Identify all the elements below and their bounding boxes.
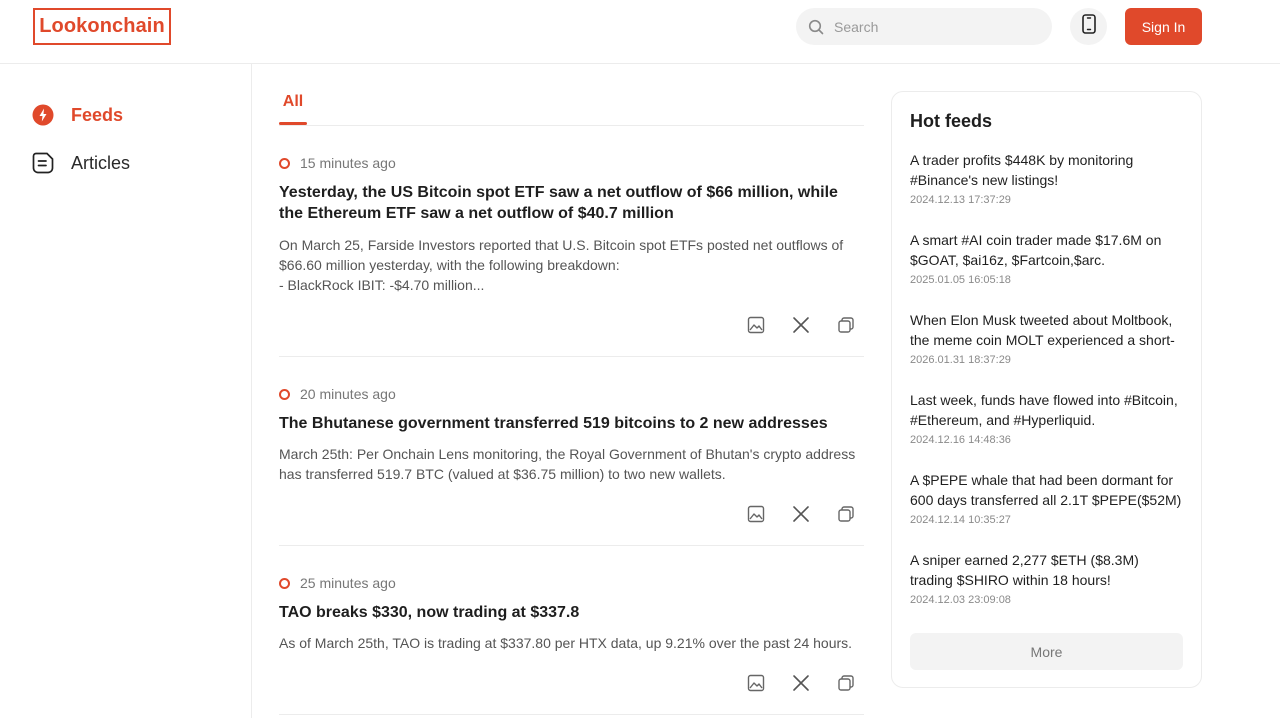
feed-actions — [746, 503, 864, 525]
feed-time: 25 minutes ago — [300, 575, 396, 591]
hot-feed-item[interactable]: A trader profits $448K by monitoring #Bi… — [910, 150, 1182, 206]
hot-feed-date: 2024.12.03 23:09:08 — [910, 594, 1011, 606]
sidebar-item-label: Articles — [71, 152, 131, 173]
lightning-icon — [32, 104, 54, 126]
left-sidebar: Feeds Articles — [0, 64, 252, 718]
feed-actions — [746, 314, 864, 336]
sidebar-item-label: Feeds — [71, 104, 124, 125]
hot-feed-text[interactable]: A sniper earned 2,277 $ETH ($8.3M) tradi… — [910, 550, 1182, 590]
sidebar-item-articles[interactable]: Articles — [32, 150, 130, 176]
document-icon — [32, 152, 54, 174]
hot-feed-text[interactable]: A smart #AI coin trader made $17.6M on $… — [910, 230, 1182, 270]
hot-feed-date: 2024.12.16 14:48:36 — [910, 434, 1011, 446]
image-icon[interactable] — [746, 315, 766, 335]
feed-title[interactable]: Yesterday, the US Bitcoin spot ETF saw a… — [279, 182, 864, 224]
feed-body: On March 25, Farside Investors reported … — [279, 237, 844, 293]
top-header: Lookonchain Sign In — [0, 0, 1280, 64]
feed-actions — [746, 672, 864, 694]
tab-all[interactable]: All — [279, 93, 307, 111]
hot-feed-item[interactable]: When Elon Musk tweeted about Moltbook, t… — [910, 310, 1182, 366]
hot-feed-item[interactable]: A $PEPE whale that had been dormant for … — [910, 470, 1182, 526]
mobile-app-button[interactable] — [1070, 8, 1107, 45]
sign-in-button[interactable]: Sign In — [1125, 8, 1202, 45]
x-share-icon[interactable] — [791, 673, 811, 693]
feed-item[interactable]: 20 minutes ago The Bhutanese government … — [279, 386, 864, 546]
hot-feed-date: 2024.12.13 17:37:29 — [910, 194, 1011, 206]
time-dot-icon — [279, 577, 290, 589]
sidebar-item-feeds[interactable]: Feeds — [32, 102, 123, 128]
hot-feed-date: 2025.01.05 16:05:18 — [910, 274, 1011, 286]
feed-time-row: 15 minutes ago — [279, 155, 396, 171]
copy-icon[interactable] — [836, 315, 856, 335]
hot-feed-item[interactable]: A sniper earned 2,277 $ETH ($8.3M) tradi… — [910, 550, 1182, 606]
feed-title[interactable]: The Bhutanese government transferred 519… — [279, 413, 864, 434]
image-icon[interactable] — [746, 673, 766, 693]
feed-body: March 25th: Per Onchain Lens monitoring,… — [279, 446, 856, 482]
feed-item[interactable]: 25 minutes ago TAO breaks $330, now trad… — [279, 575, 864, 715]
x-share-icon[interactable] — [791, 315, 811, 335]
time-dot-icon — [279, 157, 290, 169]
feed-title[interactable]: TAO breaks $330, now trading at $337.8 — [279, 602, 864, 623]
feed-time-row: 25 minutes ago — [279, 575, 396, 591]
feed-main: All 15 minutes ago Yesterday, the US Bit… — [279, 64, 864, 718]
image-icon[interactable] — [746, 504, 766, 524]
feed-time: 15 minutes ago — [300, 155, 396, 171]
hot-feed-text[interactable]: A trader profits $448K by monitoring #Bi… — [910, 150, 1182, 190]
feed-tabs: All — [279, 64, 864, 126]
copy-icon[interactable] — [836, 504, 856, 524]
hot-feed-text[interactable]: Last week, funds have flowed into #Bitco… — [910, 390, 1182, 430]
hot-feed-date: 2024.12.14 10:35:27 — [910, 514, 1011, 526]
feed-body: As of March 25th, TAO is trading at $337… — [279, 635, 853, 651]
hot-feed-date: 2026.01.31 18:37:29 — [910, 354, 1011, 366]
more-button[interactable]: More — [910, 633, 1183, 670]
hot-feeds-panel: Hot feeds A trader profits $448K by moni… — [891, 91, 1202, 688]
time-dot-icon — [279, 388, 290, 400]
site-logo[interactable]: Lookonchain — [33, 8, 171, 45]
feed-time: 20 minutes ago — [300, 386, 396, 402]
phone-icon — [1081, 14, 1097, 39]
search-input[interactable] — [834, 18, 1034, 35]
feed-time-row: 20 minutes ago — [279, 386, 396, 402]
x-share-icon[interactable] — [791, 504, 811, 524]
search-bar[interactable] — [796, 8, 1052, 45]
hot-feeds-title: Hot feeds — [910, 111, 993, 131]
hot-feed-text[interactable]: When Elon Musk tweeted about Moltbook, t… — [910, 310, 1182, 350]
copy-icon[interactable] — [836, 673, 856, 693]
search-icon — [808, 19, 824, 35]
feed-item[interactable]: 15 minutes ago Yesterday, the US Bitcoin… — [279, 155, 864, 357]
hot-feed-text[interactable]: A $PEPE whale that had been dormant for … — [910, 470, 1182, 510]
hot-feed-item[interactable]: A smart #AI coin trader made $17.6M on $… — [910, 230, 1182, 286]
active-tab-indicator — [279, 122, 307, 125]
hot-feed-item[interactable]: Last week, funds have flowed into #Bitco… — [910, 390, 1182, 446]
